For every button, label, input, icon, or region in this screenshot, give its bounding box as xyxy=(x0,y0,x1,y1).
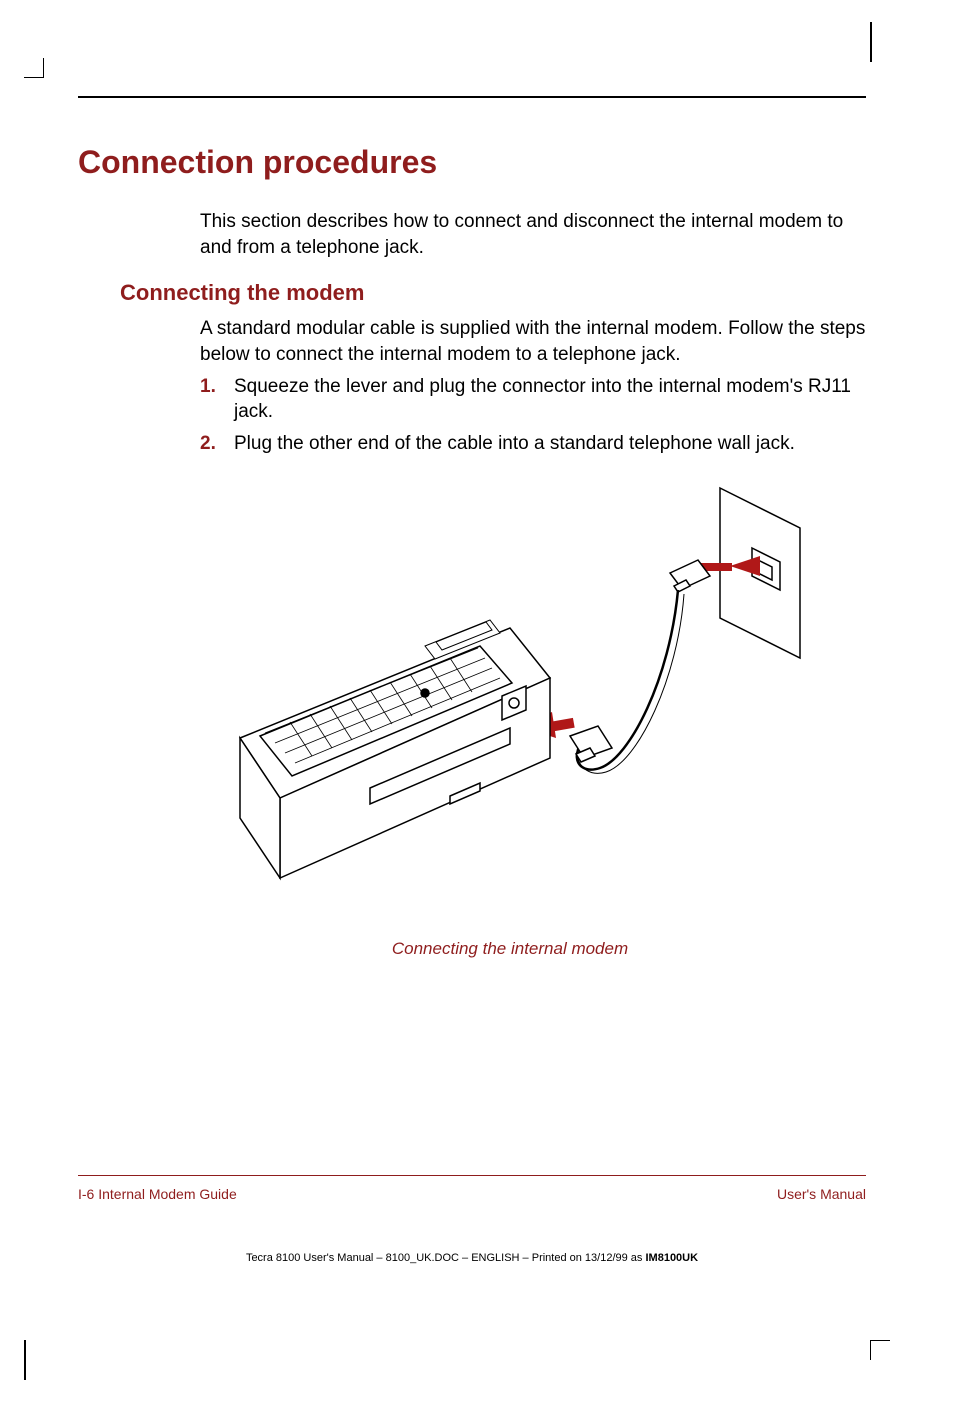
step-item: 2. Plug the other end of the cable into … xyxy=(200,431,866,457)
step-text: Plug the other end of the cable into a s… xyxy=(234,433,795,454)
body-paragraph: A standard modular cable is supplied wit… xyxy=(200,316,866,367)
content-area: Connection procedures This section descr… xyxy=(78,60,866,1310)
figure: Connecting the internal modem xyxy=(200,478,820,959)
imprint-code: IM8100UK xyxy=(645,1252,698,1264)
crop-mark-bottom-left xyxy=(24,1340,26,1380)
step-number: 2. xyxy=(200,431,216,457)
footer-right: User's Manual xyxy=(777,1186,866,1202)
modem-connection-illustration xyxy=(200,478,820,918)
crop-mark-top-right xyxy=(870,22,872,62)
step-item: 1. Squeeze the lever and plug the connec… xyxy=(200,374,866,425)
imprint-line: Tecra 8100 User's Manual – 8100_UK.DOC –… xyxy=(78,1252,866,1264)
step-number: 1. xyxy=(200,374,216,400)
imprint-prefix: Tecra 8100 User's Manual – 8100_UK.DOC –… xyxy=(246,1252,646,1264)
intro-paragraph: This section describes how to connect an… xyxy=(200,209,866,260)
step-text: Squeeze the lever and plug the connector… xyxy=(234,376,851,423)
page: Connection procedures This section descr… xyxy=(0,0,954,1409)
footer-rule xyxy=(78,1175,866,1176)
figure-caption: Connecting the internal modem xyxy=(200,939,820,959)
section-heading: Connection procedures xyxy=(78,144,866,181)
subsection-heading: Connecting the modem xyxy=(120,280,866,306)
crop-mark-top-left xyxy=(24,58,44,78)
top-rule xyxy=(78,96,866,98)
steps-list: 1. Squeeze the lever and plug the connec… xyxy=(200,374,866,457)
footer-left: I-6 Internal Modem Guide xyxy=(78,1186,237,1202)
crop-mark-bottom-right xyxy=(870,1340,890,1360)
